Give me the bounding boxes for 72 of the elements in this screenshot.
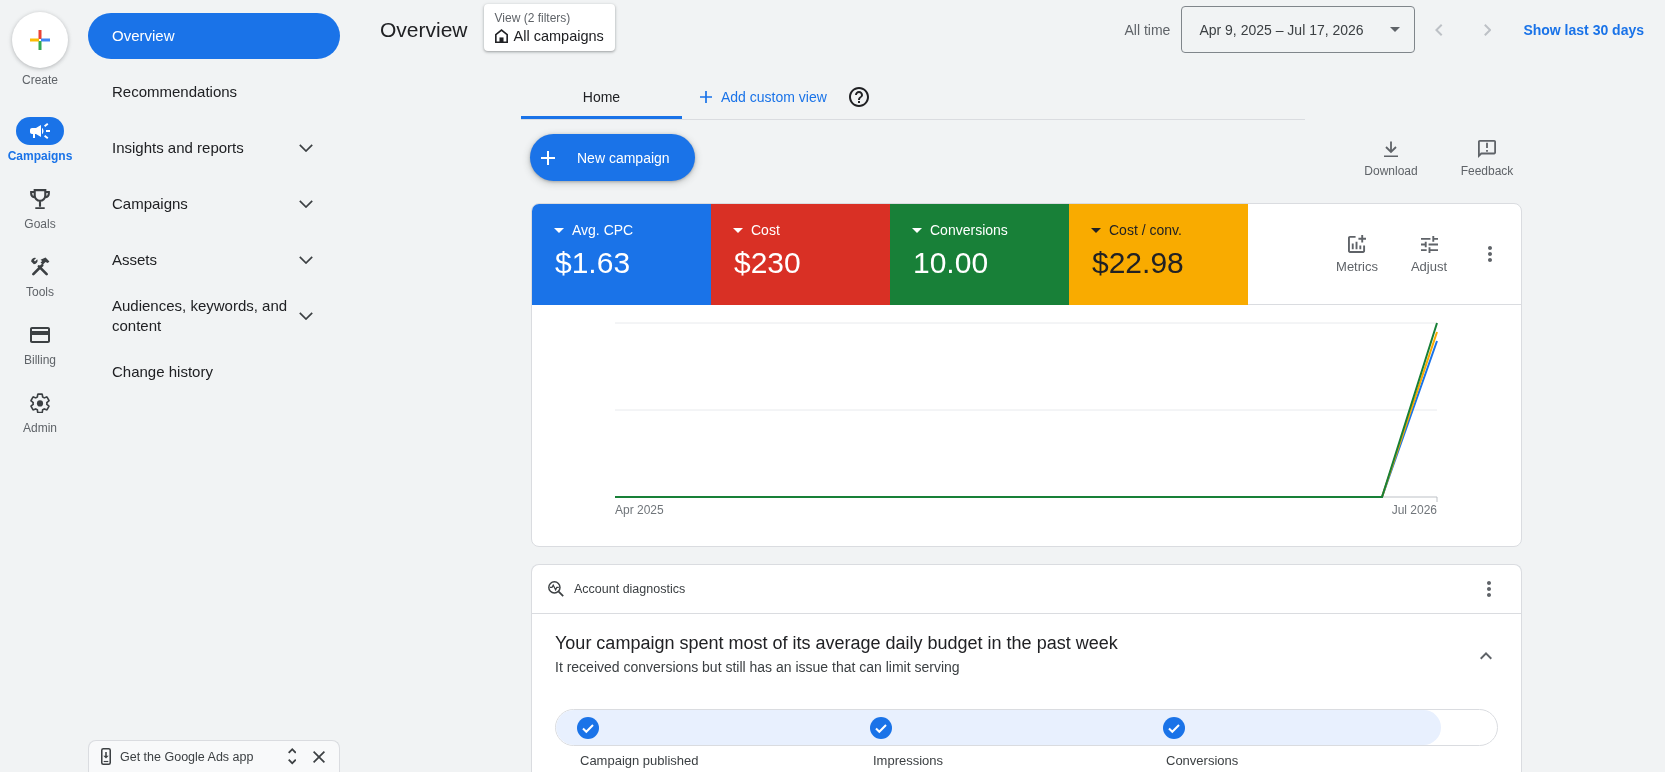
metric-tile[interactable]: Cost $230 <box>711 204 890 305</box>
metric-value: 10.00 <box>913 245 989 281</box>
metric-tile[interactable]: Avg. CPC $1.63 <box>532 204 711 305</box>
nav-item[interactable]: Change history <box>88 349 340 395</box>
chart-action[interactable]: Adjust <box>1401 234 1457 274</box>
metric-tile[interactable]: Cost / conv. $22.98 <box>1069 204 1248 305</box>
plus-icon <box>12 12 68 68</box>
caret-icon <box>1390 27 1401 32</box>
close-icon[interactable] <box>313 750 325 763</box>
help-icon[interactable] <box>848 86 869 107</box>
magnifier-pulse-icon <box>548 581 564 597</box>
speech-bubble-icon <box>1478 140 1496 158</box>
toolbar-action[interactable]: Download <box>1353 139 1429 178</box>
banner-text: Get the Google Ads app <box>120 749 254 764</box>
metric-label: Cost <box>751 221 780 239</box>
house-icon <box>494 28 508 44</box>
nav-item[interactable]: Audiences, keywords, and content <box>88 293 340 339</box>
caret-icon <box>912 227 922 233</box>
nav-item[interactable]: Assets <box>88 237 340 283</box>
metric-label: Avg. CPC <box>572 221 634 239</box>
metric-value: $1.63 <box>555 245 631 281</box>
trophy-icon <box>30 188 50 210</box>
rail-item[interactable]: Tools <box>16 253 64 299</box>
plus-icon <box>541 150 555 165</box>
page-title: Overview <box>380 17 468 42</box>
chart-action[interactable]: Metrics <box>1329 234 1385 274</box>
rail-item[interactable]: Admin <box>16 389 64 435</box>
metric-value: $230 <box>734 245 801 281</box>
chevron-up-icon[interactable] <box>1480 652 1492 660</box>
metric-value: $22.98 <box>1092 245 1184 281</box>
step-label: Impressions <box>873 754 944 768</box>
view-filter[interactable]: View (2 filters) All campaigns <box>483 4 615 51</box>
metric-label: Cost / conv. <box>1109 221 1182 239</box>
date-range-dropdown[interactable]: Apr 9, 2025 – Jul 17, 2026 <box>1181 6 1416 53</box>
chart-plus-icon <box>1348 235 1366 253</box>
nav-item[interactable]: Campaigns <box>88 181 340 227</box>
caret-icon <box>733 227 743 233</box>
create-button[interactable]: Create <box>12 12 68 87</box>
axis-label: Apr 2025 <box>615 503 664 517</box>
rail-item[interactable]: Billing <box>16 321 64 367</box>
caret-icon <box>554 227 564 233</box>
download-icon <box>1383 140 1399 158</box>
shortcut-link[interactable]: Show last 30 days <box>1523 21 1644 38</box>
sliders-icon <box>1420 235 1438 253</box>
phone-icon <box>101 748 111 765</box>
section-heading: Account diagnostics <box>574 582 686 596</box>
diagnostic-subtitle: It received conversions but still has an issue that can limit serving <box>555 658 961 676</box>
tools-icon <box>30 257 50 277</box>
tab[interactable]: Home <box>521 74 682 119</box>
credit-card-icon <box>30 327 50 343</box>
rail-item[interactable]: Campaigns <box>7 117 73 163</box>
megaphone-icon <box>16 117 64 145</box>
axis-label: Jul 2026 <box>1391 503 1437 517</box>
metric-label: Conversions <box>930 221 1008 239</box>
new-campaign-button[interactable]: New campaign <box>530 134 695 181</box>
step-label: Campaign published <box>580 754 699 768</box>
plus-icon <box>700 90 712 103</box>
toolbar-action[interactable]: Feedback <box>1449 139 1525 178</box>
unfold-icon[interactable] <box>287 748 296 765</box>
range-label: All time <box>1124 21 1171 38</box>
nav-item[interactable]: Recommendations <box>88 69 340 115</box>
step-label: Conversions <box>1166 754 1239 768</box>
caret-icon <box>1091 227 1101 233</box>
more-icon[interactable] <box>1487 581 1491 597</box>
metric-tile[interactable]: Conversions 10.00 <box>890 204 1069 305</box>
more-icon[interactable] <box>1488 246 1492 262</box>
diagnostic-title: Your campaign spent most of its average daily budget in the past week <box>555 632 1118 654</box>
nav-item[interactable]: Insights and reports <box>88 125 340 171</box>
settings-icon <box>30 392 50 414</box>
add-view-tab[interactable]: Add custom view <box>682 74 827 119</box>
rail-item[interactable]: Goals <box>16 185 64 231</box>
nav-item[interactable]: Overview <box>88 13 340 59</box>
